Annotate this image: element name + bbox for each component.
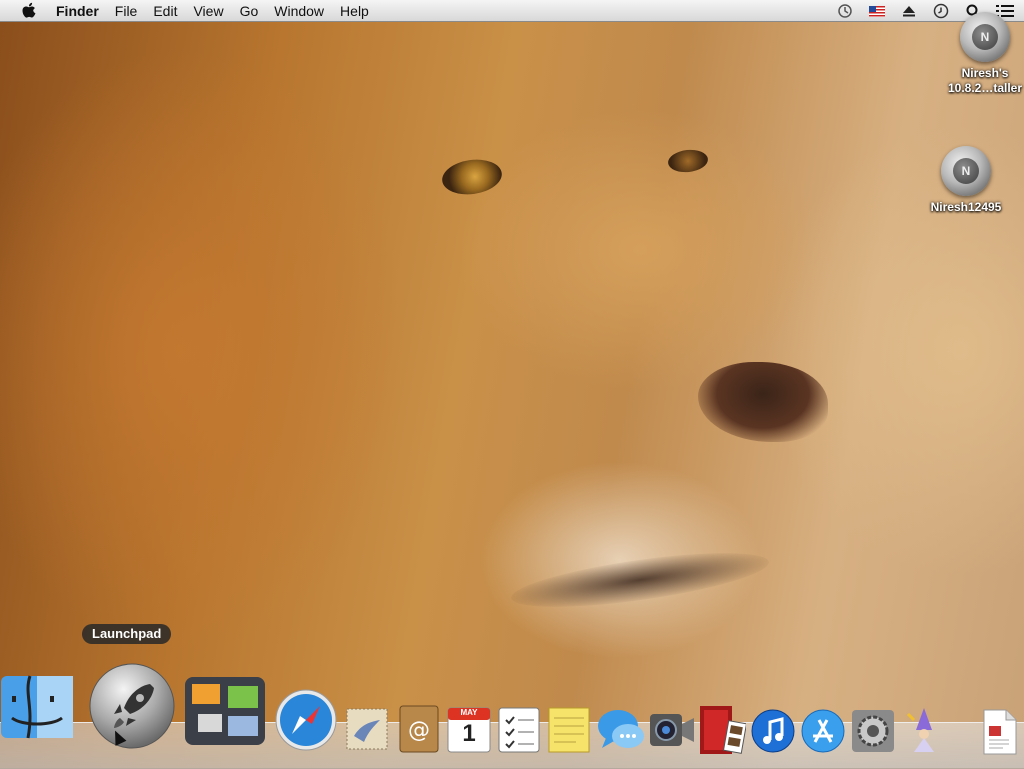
dock-app-store-icon[interactable] [800, 708, 846, 754]
dock-mission-control-icon[interactable] [184, 676, 266, 746]
dock-facetime-icon[interactable] [648, 710, 696, 750]
calendar-month: MAY [460, 708, 478, 717]
menu-go[interactable]: Go [232, 0, 267, 22]
dock-tooltip: Launchpad [82, 624, 172, 644]
menu-view[interactable]: View [185, 0, 231, 22]
apple-menu-icon[interactable] [20, 2, 36, 20]
desktop-icon-installer-disk[interactable]: N Niresh's 10.8.2…taller [935, 12, 1024, 96]
menu-app-finder[interactable]: Finder [48, 0, 107, 22]
time-machine-icon[interactable] [836, 2, 854, 20]
menu-window[interactable]: Window [266, 0, 332, 22]
dock-itunes-icon[interactable] [750, 708, 796, 754]
disk-icon: N [960, 12, 1010, 62]
desktop-icon-label: 10.8.2…taller [947, 81, 1023, 95]
dock-notes-icon[interactable] [546, 706, 592, 754]
eject-icon[interactable] [900, 2, 918, 20]
dock-calendar-icon[interactable]: MAY 1 [446, 706, 492, 754]
us-flag-input-icon[interactable] [868, 2, 886, 20]
dock-system-preferences-icon[interactable] [850, 708, 896, 754]
menu-bar: Finder File Edit View Go Window Help [0, 0, 1024, 22]
disk-icon: N [941, 146, 991, 196]
dock-document-icon[interactable] [980, 708, 1018, 756]
svg-text:@: @ [408, 718, 430, 743]
dock-wizard-icon[interactable] [902, 704, 944, 754]
desktop-icon-label: Niresh12495 [930, 200, 1002, 214]
desktop-wallpaper [0, 0, 1024, 768]
dock-messages-icon[interactable] [596, 706, 646, 756]
desktop-icon-label: Niresh's [961, 66, 1009, 80]
dock-photo-booth-icon[interactable] [698, 704, 748, 756]
dock-contacts-icon[interactable]: @ [396, 704, 442, 754]
menu-edit[interactable]: Edit [145, 0, 185, 22]
dock-safari-icon[interactable] [274, 688, 338, 752]
desktop-icon-niresh12495[interactable]: N Niresh12495 [916, 146, 1016, 215]
dock-launchpad-icon[interactable] [88, 662, 176, 750]
dock-mail-icon[interactable] [344, 706, 390, 752]
dock-finder-icon[interactable] [0, 674, 74, 740]
calendar-day: 1 [462, 720, 476, 747]
menu-file[interactable]: File [107, 0, 146, 22]
menu-help[interactable]: Help [332, 0, 377, 22]
dock-reminders-icon[interactable] [496, 706, 542, 754]
